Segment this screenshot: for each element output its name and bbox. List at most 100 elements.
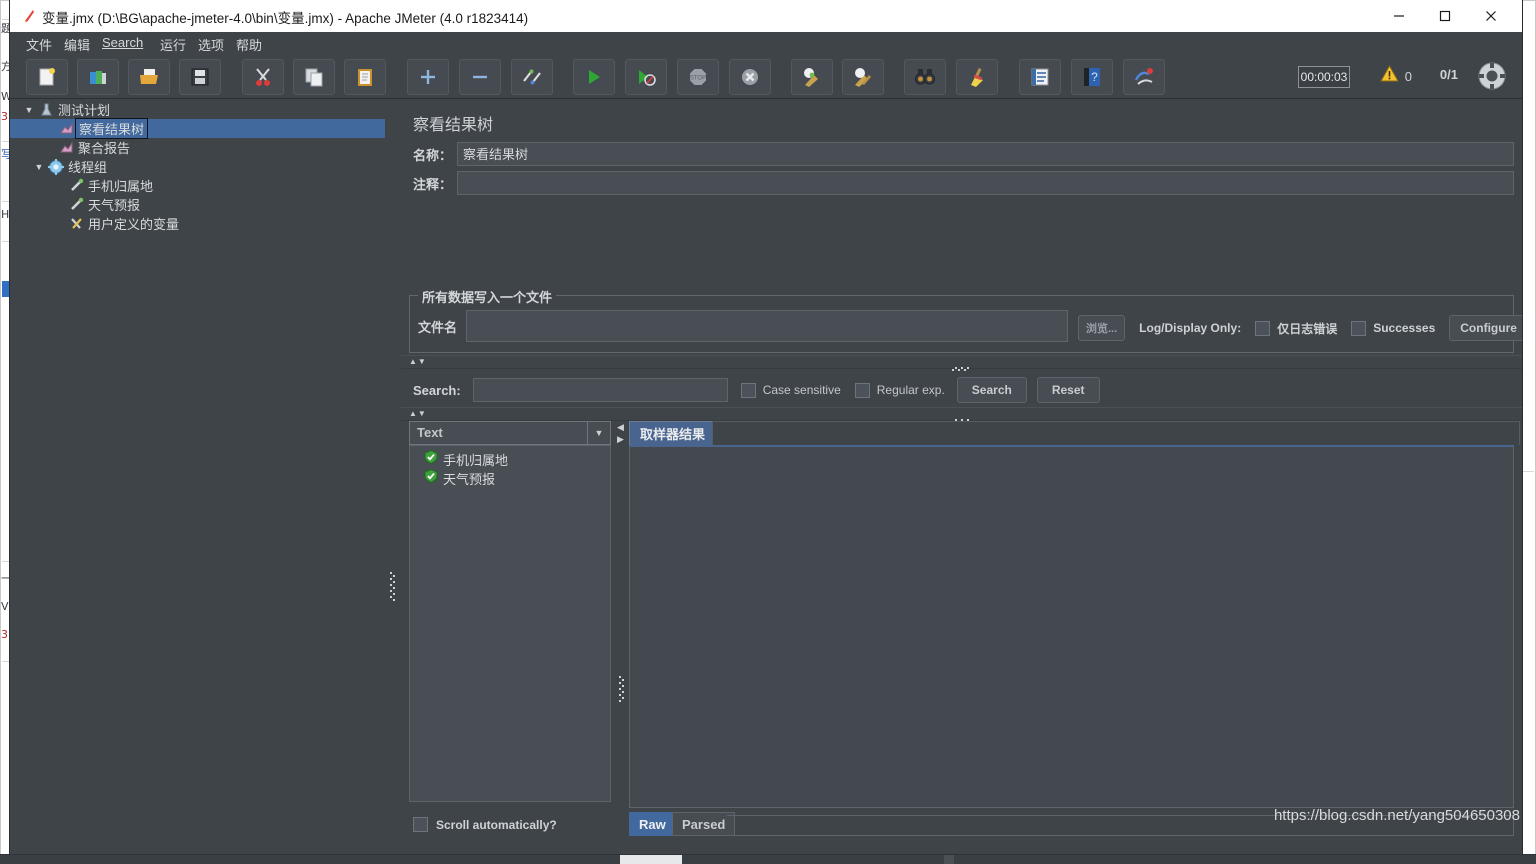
open-button[interactable] [128,59,170,95]
reset-button[interactable]: Reset [1036,377,1100,403]
horizontal-splitter-bottom[interactable]: ▲▼ [401,407,1522,423]
view-results-tree-icon [56,121,76,136]
renderer-selected-value: Text [417,425,443,440]
results-splitter[interactable]: ◀ ▶ [615,421,629,838]
menu-edit[interactable]: 编辑 [62,35,92,54]
main-splitter[interactable] [385,99,401,846]
toggle-button[interactable] [511,59,553,95]
maximize-button[interactable] [1422,0,1468,31]
scroll-automatically-checkbox[interactable] [413,817,428,832]
expand-all-button[interactable] [407,59,449,95]
menu-run[interactable]: 运行 [158,35,188,54]
window-title: 变量.jmx (D:\BG\apache-jmeter-4.0\bin\变量.j… [42,11,529,26]
jmeter-window: 变量.jmx (D:\BG\apache-jmeter-4.0\bin\变量.j… [10,0,1522,855]
paste-button[interactable] [344,59,386,95]
tree-node-test-plan[interactable]: ▼ 测试计划 [10,100,385,119]
case-sensitive-checkbox[interactable] [740,382,756,398]
errors-only-checkbox[interactable] [1255,320,1271,336]
results-left-pane: Text ▼ 手机归属地 天气预报 Scroll automatically? [409,421,615,838]
elapsed-timer: 00:00:03 [1298,66,1350,88]
page-title: 察看结果树 [413,117,494,134]
list-item-label: 天气预报 [443,472,496,487]
active-thread-count: 0/1 [1439,67,1458,82]
renderer-select[interactable]: Text ▼ [409,421,611,445]
tree-node-aggregate-report[interactable]: 聚合报告 [10,138,385,157]
tree-node-label: 测试计划 [58,103,111,118]
save-button[interactable] [179,59,221,95]
stop-button[interactable]: STOP [677,59,719,95]
splitter-arrows-icon[interactable]: ▲▼ [409,358,427,366]
tree-node-thread-group[interactable]: ▼ 线程组 [10,157,385,176]
collapse-all-button[interactable] [459,59,501,95]
menu-help[interactable]: 帮助 [234,35,264,54]
templates-button[interactable] [77,59,119,95]
tab-empty[interactable] [712,421,1520,445]
new-button[interactable] [26,59,68,95]
tree-node-label: 用户定义的变量 [88,217,180,232]
splitter-left-arrow-icon[interactable]: ◀ [617,423,624,432]
splitter-grip-icon [390,572,396,606]
name-input[interactable]: 察看结果树 [457,142,1514,166]
start-no-pauses-button[interactable] [625,59,667,95]
minimize-button[interactable] [1376,0,1422,31]
http-sampler-icon [66,197,86,212]
splitter-arrows-icon[interactable]: ▲▼ [409,410,427,418]
scroll-automatically-row[interactable]: Scroll automatically? [413,817,557,832]
search-button[interactable] [904,59,946,95]
tab-parsed[interactable]: Parsed [672,812,736,836]
splitter-right-arrow-icon[interactable]: ▶ [617,435,624,444]
chevron-down-icon[interactable]: ▼ [587,422,610,444]
svg-text:?: ? [1091,70,1098,84]
regular-exp-checkbox[interactable] [854,382,870,398]
horizontal-splitter-top[interactable]: ▲▼ [401,355,1522,371]
function-helper-button[interactable] [1019,59,1061,95]
menu-bar: 文件 编辑 Search 运行 选项 帮助 [10,32,1522,54]
list-item[interactable]: 天气预报 [424,468,496,488]
aggregate-report-icon [56,140,76,155]
list-item[interactable]: 手机归属地 [424,449,508,469]
filename-input[interactable] [466,310,1068,342]
browse-button[interactable]: 浏览... [1078,315,1126,341]
tab-raw[interactable]: Raw [629,812,676,836]
successes-label: Successes [1373,321,1436,335]
cut-button[interactable] [242,59,284,95]
menu-search[interactable]: Search [100,35,145,50]
undo-redo-button[interactable] [1123,59,1165,95]
chevron-down-icon[interactable]: ▼ [22,105,36,115]
chevron-down-icon[interactable]: ▼ [32,162,46,172]
configure-button[interactable]: Configure [1449,315,1522,341]
tree-node-view-results-tree[interactable]: 察看结果树 [10,118,385,139]
success-check-icon [424,468,438,488]
tree-node-http-sampler-1[interactable]: 手机归属地 [10,176,385,195]
help-button[interactable]: ? [1071,59,1113,95]
search-label: Search: [413,382,461,398]
tab-sampler-result[interactable]: 取样器结果 [629,421,717,445]
copy-button[interactable] [293,59,335,95]
clear-button[interactable] [791,59,833,95]
tree-node-http-sampler-2[interactable]: 天气预报 [10,195,385,214]
clear-all-button[interactable] [842,59,884,95]
tree-node-label: 手机归属地 [88,179,154,194]
svg-text:STOP: STOP [690,76,706,82]
menu-file[interactable]: 文件 [24,35,54,54]
result-content-area[interactable] [629,445,1514,808]
sampler-result-list[interactable]: 手机归属地 天气预报 [409,445,611,802]
test-plan-tree[interactable]: ▼ 测试计划 察看结果树 聚合报告 ▼ 线程组 手机归属地 天气预报 用户定义的… [10,99,386,846]
tree-node-user-defined-variables[interactable]: 用户定义的变量 [10,214,385,233]
successes-checkbox[interactable] [1351,320,1367,336]
warning-indicator[interactable]: 0 [1379,64,1412,88]
search-input[interactable] [472,378,728,402]
search-button[interactable]: Search [956,377,1027,403]
close-button[interactable] [1468,0,1514,31]
comment-input[interactable] [457,171,1514,195]
view-results-tree-panel: 察看结果树 名称： 察看结果树 注释： 所有数据写入一个文件 文件名 浏览... [401,99,1522,846]
regular-exp-label: Regular exp. [876,383,945,397]
shutdown-button[interactable] [729,59,771,95]
menu-options[interactable]: 选项 [196,35,226,54]
clear-circle-icon[interactable] [1476,60,1508,92]
splitter-dots-icon [951,359,972,377]
reset-search-button[interactable] [956,59,998,95]
start-button[interactable] [573,59,615,95]
test-plan-icon [36,102,56,117]
scroll-automatically-label: Scroll automatically? [436,817,557,832]
